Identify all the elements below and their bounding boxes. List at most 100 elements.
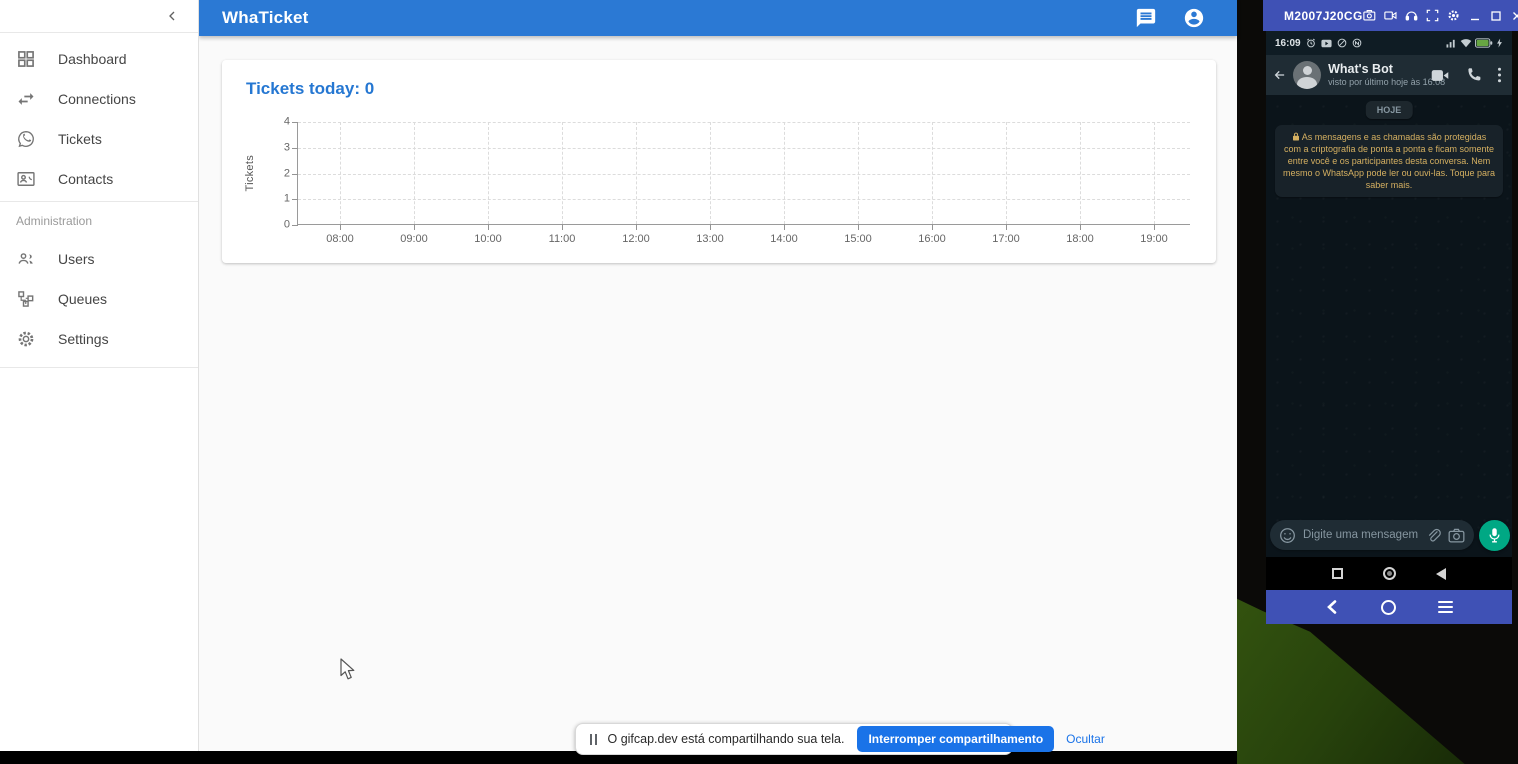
x-tick-label: 09:00 (400, 233, 428, 245)
sidebar-item-queues[interactable]: Queues (0, 279, 198, 319)
whatsapp-chat-header: What's Bot visto por último hoje às 16:0… (1266, 55, 1512, 95)
sidebar-item-label: Connections (58, 91, 136, 107)
x-axis-tick (1006, 224, 1007, 230)
youtube-icon (1321, 39, 1332, 48)
sidebar-item-label: Tickets (58, 131, 102, 147)
back-button[interactable] (1436, 568, 1446, 580)
chat-name: What's Bot (1328, 62, 1424, 76)
mic-button[interactable] (1479, 520, 1510, 551)
back-arrow-icon[interactable] (1273, 67, 1286, 83)
x-axis-tick (340, 224, 341, 230)
emoji-icon[interactable] (1279, 527, 1296, 544)
video-call-icon[interactable] (1431, 68, 1449, 83)
screen-share-bar: O gifcap.dev está compartilhando sua tel… (575, 723, 1013, 755)
tickets-today-card: Tickets today: 0 Tickets 4321008:0009:00… (222, 60, 1216, 263)
message-input[interactable]: Digite uma mensagem (1270, 520, 1474, 550)
x-tick-label: 19:00 (1140, 233, 1168, 245)
grid-line-h (298, 174, 1190, 175)
nav-home-circle-icon[interactable] (1381, 600, 1396, 615)
sidebar-header (0, 0, 198, 33)
x-axis-tick (710, 224, 711, 230)
stop-sharing-button[interactable]: Interromper compartilhamento (857, 726, 1054, 752)
grid-line-v (414, 122, 415, 224)
android-status-bar: 16:09 (1266, 31, 1512, 55)
sidebar-item-label: Users (58, 251, 95, 267)
sidebar-divider (0, 367, 198, 368)
x-axis-tick (784, 224, 785, 230)
grid-line-v (710, 122, 711, 224)
y-tick-label: 2 (266, 167, 290, 179)
grid-line-v (1080, 122, 1081, 224)
settings-gear-icon[interactable] (1447, 9, 1461, 23)
sidebar-item-label: Settings (58, 331, 109, 347)
maximize-icon[interactable] (1489, 9, 1503, 23)
scrcpy-nav-bar (1266, 590, 1512, 624)
app-header: WhaTicket (199, 0, 1237, 36)
grid-line-v (562, 122, 563, 224)
chat-meta[interactable]: What's Bot visto por último hoje às 16:0… (1328, 62, 1424, 88)
y-axis-tick (292, 225, 298, 226)
message-placeholder: Digite uma mensagem (1303, 529, 1418, 541)
x-tick-label: 14:00 (770, 233, 798, 245)
chat-last-seen: visto por último hoje às 16:08 (1328, 76, 1424, 88)
nav-back-chevron-icon[interactable] (1325, 599, 1339, 615)
status-app-icon (1337, 38, 1347, 48)
sidebar-item-label: Contacts (58, 171, 113, 187)
hide-link[interactable]: Ocultar (1066, 732, 1105, 746)
fullscreen-icon[interactable] (1426, 9, 1440, 23)
sidebar-item-label: Dashboard (58, 51, 127, 67)
x-tick-label: 11:00 (549, 233, 576, 245)
home-button[interactable] (1383, 567, 1396, 580)
whaticket-app: WhaTicket (0, 0, 1237, 764)
card-title: Tickets today: 0 (246, 79, 374, 99)
sidebar-item-dashboard[interactable]: Dashboard (0, 39, 198, 79)
status-app-icon (1352, 38, 1362, 48)
grid-line-v (488, 122, 489, 224)
camera-icon[interactable] (1448, 528, 1465, 543)
message-composer: Digite uma mensagem (1270, 519, 1508, 551)
encryption-notice[interactable]: As mensagens e as chamadas são protegida… (1275, 125, 1503, 197)
headphones-icon[interactable] (1405, 9, 1419, 23)
sidebar-item-contacts[interactable]: Contacts (0, 159, 198, 199)
screenshot-camera-icon[interactable] (1363, 9, 1377, 23)
grid-line-h (298, 199, 1190, 200)
x-tick-label: 08:00 (326, 233, 354, 245)
phone-mirror-window: M2007J20CG (1263, 0, 1518, 624)
gear-icon (15, 328, 37, 350)
y-axis-tick (292, 174, 298, 175)
attach-icon[interactable] (1425, 527, 1441, 543)
sidebar-item-connections[interactable]: Connections (0, 79, 198, 119)
x-tick-label: 13:00 (696, 233, 724, 245)
x-tick-label: 18:00 (1066, 233, 1094, 245)
contact-avatar[interactable] (1293, 61, 1321, 89)
status-time: 16:09 (1275, 38, 1301, 49)
sidebar-item-tickets[interactable]: Tickets (0, 119, 198, 159)
grid-line-h (298, 148, 1190, 149)
x-tick-label: 15:00 (844, 233, 872, 245)
close-icon[interactable] (1510, 9, 1518, 23)
grid-line-v (784, 122, 785, 224)
nav-menu-icon[interactable] (1438, 601, 1453, 614)
header-icons (1135, 7, 1205, 29)
collapse-chevron-icon[interactable] (164, 8, 180, 24)
voice-call-icon[interactable] (1465, 67, 1481, 83)
phone-window-title: M2007J20CG (1284, 9, 1363, 23)
phone-screen: 16:09 (1266, 31, 1512, 624)
people-icon (15, 248, 37, 270)
chat-bubble-icon[interactable] (1135, 7, 1157, 29)
x-tick-label: 17:00 (992, 233, 1020, 245)
kebab-menu-icon[interactable] (1497, 67, 1502, 83)
pause-icon[interactable] (590, 734, 597, 745)
minimize-icon[interactable] (1468, 9, 1482, 23)
x-axis-tick (636, 224, 637, 230)
encryption-notice-text: As mensagens e as chamadas são protegida… (1283, 132, 1495, 190)
dashboard-icon (15, 48, 37, 70)
sidebar-item-users[interactable]: Users (0, 239, 198, 279)
whatsapp-icon (15, 128, 37, 150)
sidebar-item-settings[interactable]: Settings (0, 319, 198, 359)
app-title: WhaTicket (222, 8, 309, 28)
account-circle-icon[interactable] (1183, 7, 1205, 29)
recents-button[interactable] (1332, 568, 1343, 579)
record-video-icon[interactable] (1384, 9, 1398, 23)
y-axis-tick (292, 199, 298, 200)
